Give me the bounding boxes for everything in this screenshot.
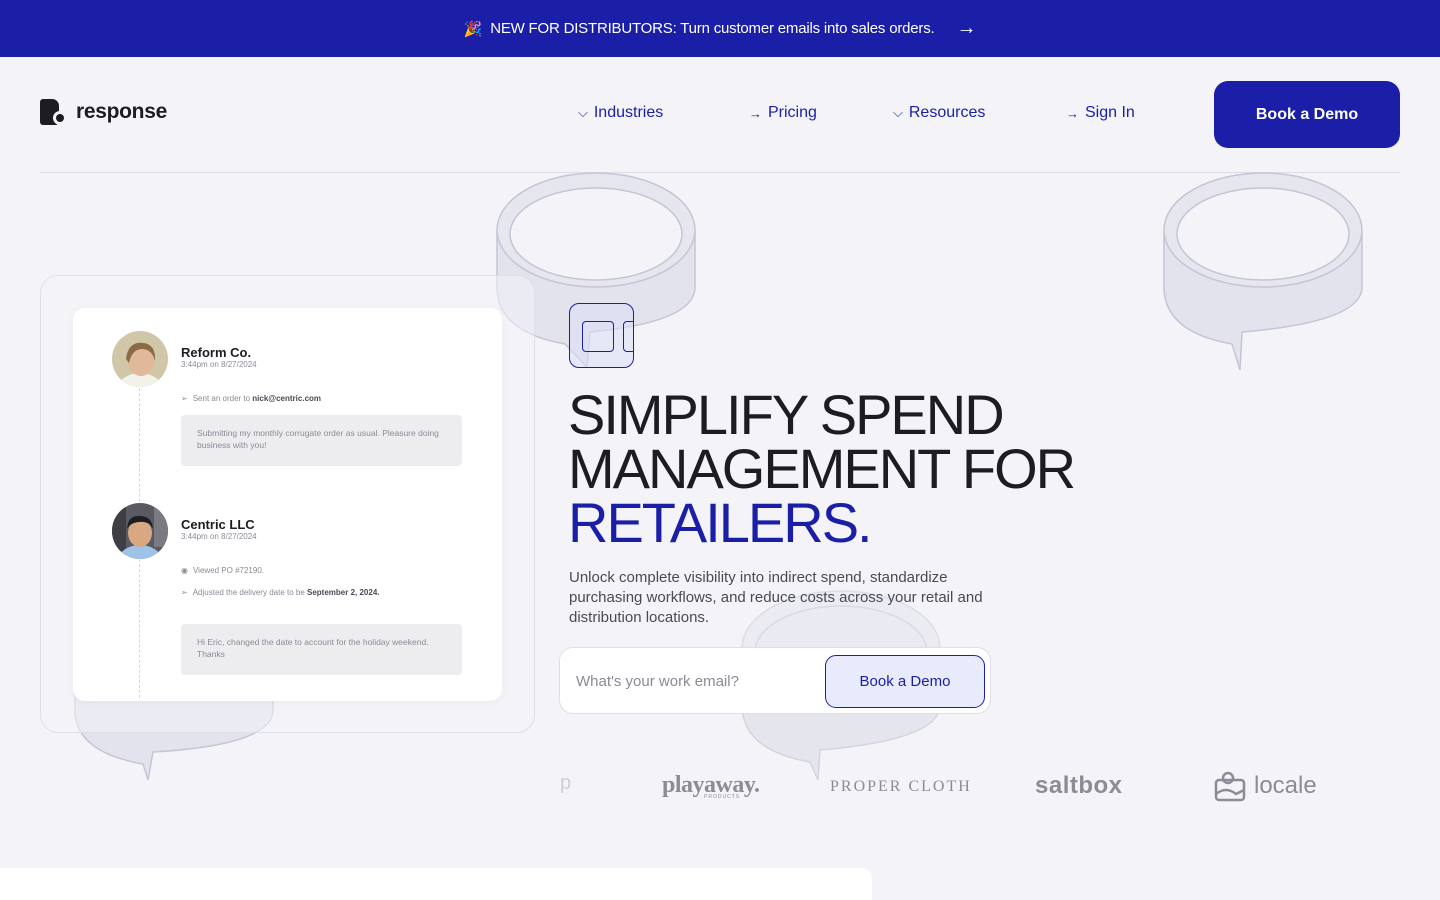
- nav-item-label: Sign In: [1085, 104, 1135, 121]
- main-nav: response ⌵ Industries → Pricing ⌵ Resour…: [0, 57, 1440, 173]
- entry-activity-line: ➢ Sent an order to nick@centric.com: [181, 394, 322, 403]
- activity-feed-card: Reform Co. 3:44pm on 8/27/2024 ➢ Sent an…: [73, 308, 502, 701]
- announcement-banner[interactable]: 🎉 NEW FOR DISTRIBUTORS: Turn customer em…: [0, 0, 1440, 57]
- send-icon: ➢: [181, 588, 188, 597]
- nav-item-industries[interactable]: ⌵ Industries: [578, 104, 663, 122]
- tape-roll-illustration: [1163, 172, 1363, 371]
- party-popper-icon: 🎉: [463, 20, 483, 38]
- entry-name: Reform Co.: [181, 345, 252, 360]
- book-demo-submit-button[interactable]: Book a Demo: [825, 655, 985, 708]
- hero-headline: SIMPLIFY SPEND MANAGEMENT FOR RETAILERS.: [568, 387, 1168, 551]
- send-icon: ➢: [181, 394, 188, 403]
- avatar: [112, 503, 168, 559]
- product-icon: [569, 303, 634, 368]
- arrow-right-icon: →: [749, 105, 762, 121]
- email-signup-form: Book a Demo: [559, 647, 991, 714]
- headline-accent: RETAILERS.: [568, 491, 873, 554]
- entry-name: Centric LLC: [181, 517, 255, 532]
- arrow-right-icon: →: [1066, 105, 1079, 121]
- brand-name: response: [76, 100, 167, 123]
- entry-activity-line: ◉ Viewed PO #72190.: [181, 566, 264, 575]
- brand-logo[interactable]: response: [40, 99, 167, 125]
- book-demo-button[interactable]: Book a Demo: [1214, 81, 1400, 148]
- next-section-panel: [0, 868, 872, 900]
- playaway-logo: playaway. PRODUCTS: [662, 772, 760, 800]
- avatar: [112, 331, 168, 387]
- arrow-right-icon[interactable]: →: [956, 17, 976, 40]
- partial-logo: p: [560, 772, 572, 794]
- message-bubble: Hi Eric, changed the date to account for…: [181, 624, 462, 675]
- banner-text[interactable]: NEW FOR DISTRIBUTORS: Turn customer emai…: [490, 20, 934, 37]
- chevron-down-icon: ⌵: [893, 105, 903, 120]
- saltbox-logo: saltbox: [1035, 772, 1123, 799]
- logo-mark-icon: [40, 99, 67, 125]
- entry-activity-line: ➢ Adjusted the delivery date to be Septe…: [181, 588, 380, 597]
- locale-logo: locale: [1214, 770, 1317, 802]
- nav-item-label: Resources: [908, 104, 986, 121]
- email-field[interactable]: [576, 667, 816, 695]
- eye-icon: ◉: [181, 566, 188, 575]
- nav-item-label: Industries: [593, 104, 664, 121]
- entry-timestamp: 3:44pm on 8/27/2024: [181, 532, 257, 541]
- hero-subtext: Unlock complete visibility into indirect…: [569, 569, 983, 626]
- entry-timestamp: 3:44pm on 8/27/2024: [181, 360, 257, 369]
- nav-item-pricing[interactable]: → Pricing: [749, 104, 817, 122]
- nav-item-sign-in[interactable]: → Sign In: [1066, 104, 1135, 122]
- locale-logo-icon: [1214, 771, 1246, 802]
- chevron-down-icon: ⌵: [578, 105, 588, 120]
- message-bubble: Submitting my monthly corrugate order as…: [181, 415, 462, 466]
- proper-cloth-logo: PROPER CLOTH: [830, 778, 972, 795]
- nav-item-resources[interactable]: ⌵ Resources: [893, 104, 985, 122]
- nav-item-label: Pricing: [768, 104, 817, 121]
